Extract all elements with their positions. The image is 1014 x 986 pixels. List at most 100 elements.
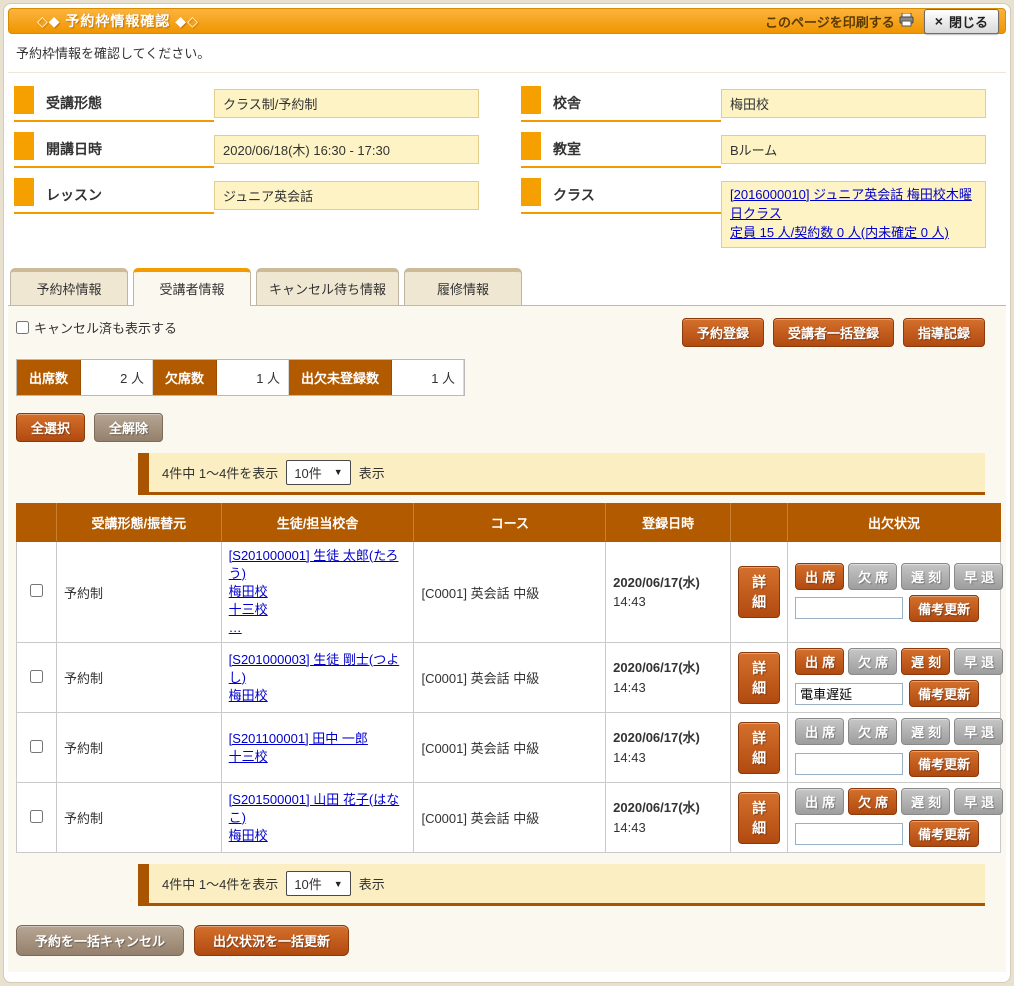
row-checkbox[interactable] <box>30 584 43 597</box>
student-more-link[interactable]: … <box>229 619 407 637</box>
page-size-select[interactable]: 10件 ▼ <box>286 460 350 485</box>
student-school-link[interactable]: 梅田校 <box>229 583 407 601</box>
detail-button[interactable]: 詳細 <box>738 722 780 774</box>
present-count-value: 2 人 <box>81 360 153 395</box>
bulk-cancel-button[interactable]: 予約を一括キャンセル <box>16 925 184 956</box>
remark-input[interactable] <box>795 597 903 619</box>
tab-reservation-slot-info[interactable]: 予約枠情報 <box>10 268 128 305</box>
student-link[interactable]: [S201000003] 生徒 剛士(つよし) <box>229 651 407 687</box>
field-lesson: レッスン ジュニア英会話 <box>14 181 479 214</box>
detail-button[interactable]: 詳細 <box>738 566 780 618</box>
field-value: ジュニア英会話 <box>214 181 479 210</box>
attendance-absent-button[interactable]: 欠席 <box>848 788 897 815</box>
student-link[interactable]: [S201100001] 田中 一郎 <box>229 730 407 748</box>
table-header-row: 受講形態/振替元 生徒/担当校舎 コース 登録日時 出欠状況 <box>17 503 1001 541</box>
notice-text: 予約枠情報を確認してください。 <box>8 34 1006 73</box>
absent-count-label: 欠席数 <box>153 360 217 395</box>
row-type: 予約制 <box>56 541 221 643</box>
attendance-present-button[interactable]: 出席 <box>795 563 844 590</box>
attendance-early-leave-button[interactable]: 早退 <box>954 788 1003 815</box>
header-course: コース <box>414 503 606 541</box>
unregistered-count-value: 1 人 <box>392 360 464 395</box>
row-registered-date: 2020/06/17(水) <box>613 575 700 590</box>
row-student-cell: [S201000001] 生徒 太郎(たろう) 梅田校 十三校 … <box>221 541 414 643</box>
student-school-link[interactable]: 十三校 <box>229 748 407 766</box>
student-school-link[interactable]: 梅田校 <box>229 827 407 845</box>
attendance-early-leave-button[interactable]: 早退 <box>954 563 1003 590</box>
remark-update-button[interactable]: 備考更新 <box>909 820 979 847</box>
row-course: [C0001] 英会話 中級 <box>414 713 606 783</box>
row-course: [C0001] 英会話 中級 <box>414 541 606 643</box>
clear-all-button[interactable]: 全解除 <box>94 413 163 442</box>
row-student-cell: [S201500001] 山田 花子(はなこ) 梅田校 <box>221 783 414 853</box>
class-capacity-link[interactable]: 定員 15 人/契約数 0 人(内未確定 0 人) <box>730 224 977 243</box>
student-school-link[interactable]: 梅田校 <box>229 687 407 705</box>
remark-update-button[interactable]: 備考更新 <box>909 595 979 622</box>
remark-update-button[interactable]: 備考更新 <box>909 680 979 707</box>
detail-button[interactable]: 詳細 <box>738 792 780 844</box>
close-button[interactable]: × 閉じる <box>924 9 999 34</box>
student-school-link[interactable]: 十三校 <box>229 601 407 619</box>
print-page-label: このページを印刷する <box>765 12 895 31</box>
attendance-buttons: 出席 欠席 遅刻 早退 <box>795 648 993 675</box>
field-class: クラス [2016000010] ジュニア英会話 梅田校木曜日クラス 定員 15… <box>521 181 986 248</box>
tab-cancel-waitlist-info[interactable]: キャンセル待ち情報 <box>256 268 399 305</box>
selection-buttons-row: 全選択 全解除 <box>16 413 985 442</box>
attendee-table: 受講形態/振替元 生徒/担当校舎 コース 登録日時 出欠状況 予約制 [S201… <box>16 503 1001 854</box>
tab-attendee-info[interactable]: 受講者情報 <box>133 268 251 306</box>
header-student: 生徒/担当校舎 <box>221 503 414 541</box>
field-school: 校舎 梅田校 <box>521 89 986 122</box>
row-registered-time: 14:43 <box>613 594 646 609</box>
row-registered-datetime: 2020/06/17(水) 14:43 <box>606 713 731 783</box>
row-registered-datetime: 2020/06/17(水) 14:43 <box>606 643 731 713</box>
remark-row: 備考更新 <box>795 680 993 707</box>
pagination-bar-bottom: 4件中 1〜4件を表示 10件 ▼ 表示 <box>138 864 985 906</box>
attendance-present-button[interactable]: 出席 <box>795 648 844 675</box>
title-bar: ◇◆ 予約枠情報確認 ◆◇ このページを印刷する × 閉じる <box>8 8 1006 34</box>
reservation-info-section: 受講形態 クラス制/予約制 開講日時 2020/06/18(木) 16:30 -… <box>8 73 1006 254</box>
attendance-early-leave-button[interactable]: 早退 <box>954 718 1003 745</box>
remark-input[interactable] <box>795 683 903 705</box>
student-link[interactable]: [S201000001] 生徒 太郎(たろう) <box>229 547 407 583</box>
attendance-early-leave-button[interactable]: 早退 <box>954 648 1003 675</box>
row-type: 予約制 <box>56 713 221 783</box>
tab-course-history-info[interactable]: 履修情報 <box>404 268 522 305</box>
attendance-late-button[interactable]: 遅刻 <box>901 563 950 590</box>
panel-top-row: キャンセル済も表示する 予約登録 受講者一括登録 指導記録 <box>16 318 985 347</box>
remark-input[interactable] <box>795 753 903 775</box>
select-all-button[interactable]: 全選択 <box>16 413 85 442</box>
attendance-late-button[interactable]: 遅刻 <box>901 648 950 675</box>
attendance-buttons: 出席 欠席 遅刻 早退 <box>795 718 993 745</box>
attendance-late-button[interactable]: 遅刻 <box>901 718 950 745</box>
page-size-select[interactable]: 10件 ▼ <box>286 871 350 896</box>
remark-input[interactable] <box>795 823 903 845</box>
row-attendance-cell: 出席 欠席 遅刻 早退 備考更新 <box>788 713 1001 783</box>
info-column-right: 校舎 梅田校 教室 Bルーム クラス [2016000010] ジュニア英会話 … <box>521 89 986 248</box>
show-cancelled-checkbox[interactable] <box>16 321 29 334</box>
show-cancelled-checkbox-wrap: キャンセル済も表示する <box>16 318 177 337</box>
class-link[interactable]: [2016000010] ジュニア英会話 梅田校木曜日クラス <box>730 186 977 224</box>
attendee-bulk-register-button[interactable]: 受講者一括登録 <box>773 318 894 347</box>
bulk-attendance-update-button[interactable]: 出欠状況を一括更新 <box>194 925 349 956</box>
attendance-late-button[interactable]: 遅刻 <box>901 788 950 815</box>
page-frame: ◇◆ 予約枠情報確認 ◆◇ このページを印刷する × 閉じる 予約枠情報を確認し… <box>0 0 1014 986</box>
instruction-record-button[interactable]: 指導記録 <box>903 318 985 347</box>
detail-button[interactable]: 詳細 <box>738 652 780 704</box>
attendance-absent-button[interactable]: 欠席 <box>848 718 897 745</box>
field-lesson-datetime: 開講日時 2020/06/18(木) 16:30 - 17:30 <box>14 135 479 168</box>
print-page-link[interactable]: このページを印刷する <box>765 12 914 31</box>
row-checkbox[interactable] <box>30 810 43 823</box>
row-checkbox[interactable] <box>30 670 43 683</box>
attendance-absent-button[interactable]: 欠席 <box>848 563 897 590</box>
remark-update-button[interactable]: 備考更新 <box>909 750 979 777</box>
attendance-present-button[interactable]: 出席 <box>795 788 844 815</box>
attendance-absent-button[interactable]: 欠席 <box>848 648 897 675</box>
table-row: 予約制 [S201500001] 山田 花子(はなこ) 梅田校 [C0001] … <box>17 783 1001 853</box>
reservation-register-button[interactable]: 予約登録 <box>682 318 764 347</box>
field-label: 受講形態 <box>14 89 214 122</box>
remark-row: 備考更新 <box>795 820 993 847</box>
absent-count-value: 1 人 <box>217 360 289 395</box>
attendance-present-button[interactable]: 出席 <box>795 718 844 745</box>
pagination-suffix-label: 表示 <box>359 463 385 482</box>
row-checkbox[interactable] <box>30 740 43 753</box>
